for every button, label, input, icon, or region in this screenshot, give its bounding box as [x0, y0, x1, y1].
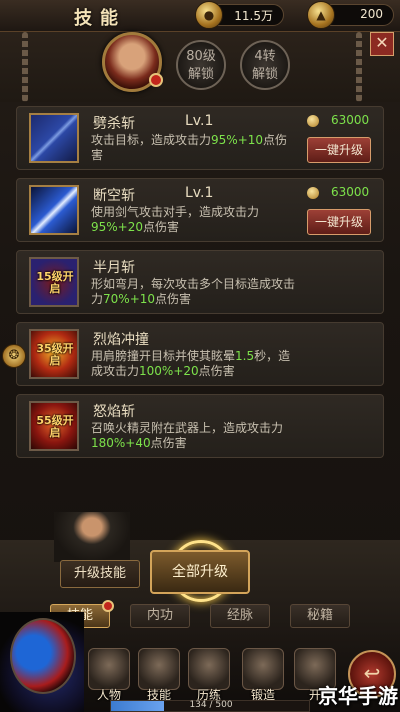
nav-character[interactable]: 人物: [84, 648, 134, 704]
gold-coin-icon: [307, 187, 319, 199]
skill-level: Lv.1: [185, 113, 214, 129]
ingot-icon: ▲: [307, 1, 335, 29]
skill-name: 烈焰冲撞: [93, 332, 149, 348]
skill-name: 怒焰斩: [93, 404, 135, 420]
lock-level-tag: 55级开启: [36, 414, 74, 439]
unlock-4-line2: 解锁: [251, 67, 278, 82]
skill-card[interactable]: 55级开启 怒焰斩 召唤火精灵附在武器上，造成攻击力180%+40点伤害: [16, 394, 384, 458]
tab-secret-books[interactable]: 秘籍: [290, 604, 350, 628]
gold-coin-icon: ●: [195, 1, 223, 29]
sword-skill-icon: [29, 113, 79, 163]
one-click-upgrade-button[interactable]: 一键升级: [307, 209, 371, 235]
unlock-rebirth-4[interactable]: 4转 解锁: [240, 40, 290, 90]
hp-mp-orb: [10, 618, 76, 694]
upgrade-cost: 63000: [307, 185, 377, 201]
ingot-counter: ▲ 200: [307, 1, 394, 29]
skill-name: 劈杀斩: [93, 116, 135, 132]
skill-card[interactable]: 断空斩 Lv.1 使用剑气攻击对手，造成攻击力95%+20点伤害 63000 一…: [16, 178, 384, 242]
skill-description: 召唤火精灵附在武器上，造成攻击力180%+40点伤害: [91, 421, 284, 450]
half-moon-skill-icon: 15级开启: [29, 257, 79, 307]
skill-description: 形如弯月，每次攻击多个目标造成攻击力70%+10点伤害: [91, 277, 296, 306]
slash-skill-icon: [29, 185, 79, 235]
skill-name: 断空斩: [93, 188, 135, 204]
skill-card[interactable]: 15级开启 半月斩 形如弯月，每次攻击多个目标造成攻击力70%+10点伤害: [16, 250, 384, 314]
unlock-4-line1: 4转: [254, 49, 276, 64]
tab-bar: 技能 内功 经脉 秘籍: [40, 600, 360, 630]
upgrade-skill-button[interactable]: 升级技能: [60, 560, 140, 588]
scroll-icon: [138, 648, 180, 690]
skill-card[interactable]: 劈杀斩 Lv.1 攻击目标，造成攻击力95%+10点伤害 63000 一键升级: [16, 106, 384, 170]
ingot-value: 200: [360, 7, 383, 21]
cost-amount: 63000: [331, 113, 370, 127]
nav-forge[interactable]: 锻造: [238, 648, 288, 704]
notification-dot: [102, 600, 114, 612]
close-icon: ✕: [375, 33, 389, 52]
site-watermark: 京华手游: [318, 684, 398, 708]
cost-amount: 63000: [331, 185, 370, 199]
anvil-icon: [242, 648, 284, 690]
character-portrait[interactable]: [102, 32, 163, 92]
lock-level-tag: 35级开启: [36, 342, 74, 367]
unlock-80-line2: 解锁: [187, 67, 214, 82]
gold-coin-icon: [307, 115, 319, 127]
tab-inner-power[interactable]: 内功: [130, 604, 190, 628]
lock-level-tag: 15级开启: [36, 270, 74, 295]
armor-icon: [188, 648, 230, 690]
skill-description: 使用剑气攻击对手，造成攻击力95%+20点伤害: [91, 205, 260, 234]
experience-text: 134 / 500: [189, 700, 233, 710]
notification-dot: [149, 73, 163, 87]
unlock-80-line1: 80级: [186, 49, 216, 64]
skill-name: 半月斩: [93, 260, 135, 276]
panel-title: 技能: [74, 8, 126, 29]
top-bar: 技能 ● 11.5万 ▲ 200: [0, 0, 400, 32]
tab-meridians[interactable]: 经脉: [210, 604, 270, 628]
chain-right-icon: [356, 32, 362, 102]
gold-value: 11.5万: [234, 9, 273, 23]
helmet-icon: [88, 648, 130, 690]
skill-description: 攻击目标，造成攻击力95%+10点伤害: [91, 133, 288, 162]
npc-character: [54, 512, 130, 562]
one-click-upgrade-button[interactable]: 一键升级: [307, 137, 371, 163]
skill-description: 用肩膀撞开目标并使其眩晕1.5秒，造成攻击力100%+20点伤害: [91, 349, 291, 378]
skill-level: Lv.1: [185, 185, 214, 201]
gold-counter: ● 11.5万: [195, 1, 284, 29]
chain-left-icon: [22, 32, 28, 102]
nav-training[interactable]: 历练: [184, 648, 234, 704]
rage-slash-skill-icon: 55级开启: [29, 401, 79, 451]
upgrade-cost: 63000: [307, 113, 377, 129]
skill-card[interactable]: 35级开启 烈焰冲撞 用肩膀撞开目标并使其眩晕1.5秒，造成攻击力100%+20…: [16, 322, 384, 386]
upgrade-all-button[interactable]: 全部升级: [150, 550, 250, 594]
close-button[interactable]: ✕: [370, 32, 394, 56]
flame-charge-skill-icon: 35级开启: [29, 329, 79, 379]
nav-skills[interactable]: 技能: [134, 648, 184, 704]
side-menu-handle-icon[interactable]: ❂: [2, 344, 26, 368]
unlock-level-80[interactable]: 80级 解锁: [176, 40, 226, 90]
experience-bar: 134 / 500: [110, 700, 310, 712]
